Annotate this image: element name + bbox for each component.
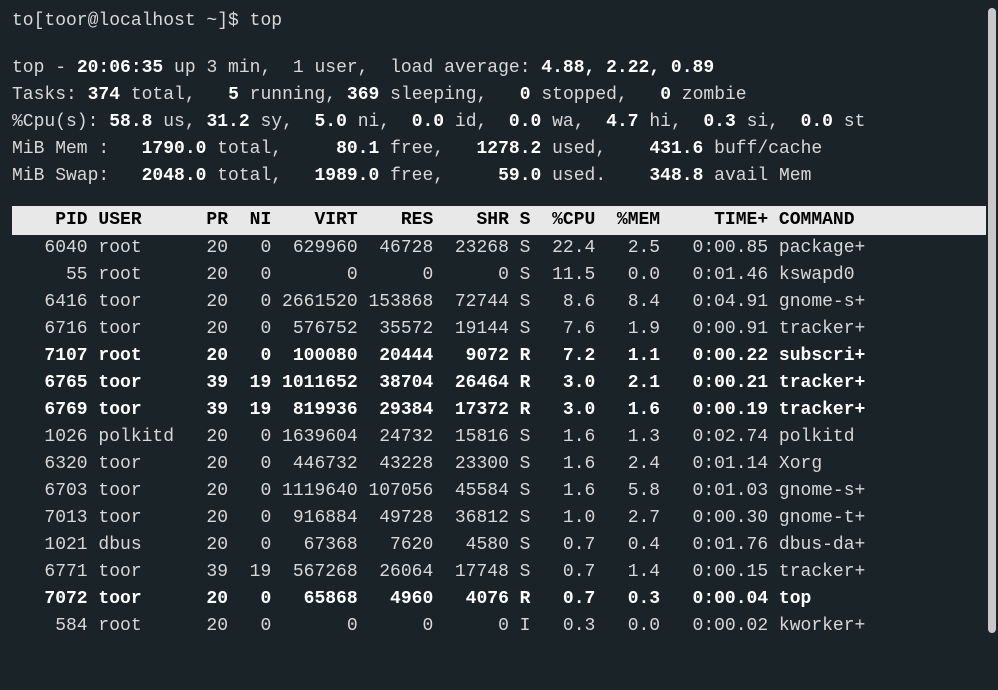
top-summary: top - 20:06:35 up 3 min, 1 user, load av… xyxy=(12,55,986,190)
mem-free-lbl: free, xyxy=(379,139,476,159)
process-row: 55 root 20 0 0 0 0 S 11.5 0.0 0:01.46 ks… xyxy=(12,262,986,289)
scrollbar[interactable] xyxy=(988,8,996,633)
cpu-sy: 31.2 xyxy=(206,112,249,132)
process-row: 6703 toor 20 0 1119640 107056 45584 S 1.… xyxy=(12,478,986,505)
process-row: 584 root 20 0 0 0 0 I 0.3 0.0 0:00.02 kw… xyxy=(12,613,986,640)
load-avg: 4.88, 2.22, 0.89 xyxy=(541,58,714,78)
process-row: 7107 root 20 0 100080 20444 9072 R 7.2 1… xyxy=(12,343,986,370)
tasks-zombie-lbl: zombie xyxy=(671,85,747,105)
scrollbar-handle[interactable] xyxy=(988,8,996,633)
swap-label: MiB Swap: xyxy=(12,166,142,186)
tasks-label: Tasks: xyxy=(12,85,88,105)
mem-buff-lbl: buff/cache xyxy=(703,139,822,159)
cpu-hi: 4.7 xyxy=(606,112,638,132)
swap-avail-lbl: avail Mem xyxy=(703,166,811,186)
process-row: 6765 toor 39 19 1011652 38704 26464 R 3.… xyxy=(12,370,986,397)
cpu-si-lbl: si, xyxy=(736,112,801,132)
tasks-total-lbl: total, xyxy=(120,85,228,105)
uptime-text: up 3 min, 1 user, load average: xyxy=(163,58,541,78)
process-row: 6716 toor 20 0 576752 35572 19144 S 7.6 … xyxy=(12,316,986,343)
cpu-id-lbl: id, xyxy=(444,112,509,132)
cpu-wa: 0.0 xyxy=(509,112,541,132)
mem-used: 1278.2 xyxy=(477,139,542,159)
tasks-sleeping: 369 xyxy=(347,85,379,105)
process-row: 1026 polkitd 20 0 1639604 24732 15816 S … xyxy=(12,424,986,451)
tasks-running: 5 xyxy=(228,85,239,105)
cpu-ni-lbl: ni, xyxy=(347,112,412,132)
process-row: 6320 toor 20 0 446732 43228 23300 S 1.6 … xyxy=(12,451,986,478)
mem-label: MiB Mem : xyxy=(12,139,142,159)
mem-total: 1790.0 xyxy=(142,139,207,159)
cpu-sy-lbl: sy, xyxy=(250,112,315,132)
process-table-header: PID USER PR NI VIRT RES SHR S %CPU %MEM … xyxy=(12,206,986,235)
tasks-stopped-lbl: stopped, xyxy=(531,85,661,105)
prefix: top - xyxy=(12,58,77,78)
tasks-stopped: 0 xyxy=(520,85,531,105)
cpu-id: 0.0 xyxy=(412,112,444,132)
process-row: 6416 toor 20 0 2661520 153868 72744 S 8.… xyxy=(12,289,986,316)
tasks-total: 374 xyxy=(88,85,120,105)
cpu-si: 0.3 xyxy=(703,112,735,132)
process-list: 6040 root 20 0 629960 46728 23268 S 22.4… xyxy=(12,235,986,640)
tasks-running-lbl: running, xyxy=(239,85,347,105)
swap-free-lbl: free, xyxy=(379,166,498,186)
process-row: 7013 toor 20 0 916884 49728 36812 S 1.0 … xyxy=(12,505,986,532)
mem-total-lbl: total, xyxy=(206,139,336,159)
process-row: 6771 toor 39 19 567268 26064 17748 S 0.7… xyxy=(12,559,986,586)
cpu-us-lbl: us, xyxy=(152,112,206,132)
cpu-hi-lbl: hi, xyxy=(639,112,704,132)
tasks-sleeping-lbl: sleeping, xyxy=(379,85,519,105)
process-row: 7072 toor 20 0 65868 4960 4076 R 0.7 0.3… xyxy=(12,586,986,613)
shell-prompt: to[toor@localhost ~]$ top xyxy=(12,8,986,35)
cpu-st: 0.0 xyxy=(801,112,833,132)
time: 20:06:35 xyxy=(77,58,163,78)
cpu-ni: 5.0 xyxy=(314,112,346,132)
cpu-st-lbl: st xyxy=(833,112,865,132)
cpu-us: 58.8 xyxy=(109,112,152,132)
process-row: 6769 toor 39 19 819936 29384 17372 R 3.0… xyxy=(12,397,986,424)
swap-avail: 348.8 xyxy=(649,166,703,186)
swap-used: 59.0 xyxy=(498,166,541,186)
swap-free: 1989.0 xyxy=(314,166,379,186)
swap-total: 2048.0 xyxy=(142,166,207,186)
process-row: 1021 dbus 20 0 67368 7620 4580 S 0.7 0.4… xyxy=(12,532,986,559)
tasks-zombie: 0 xyxy=(660,85,671,105)
cpu-wa-lbl: wa, xyxy=(541,112,606,132)
mem-used-lbl: used, xyxy=(541,139,649,159)
mem-buff: 431.6 xyxy=(649,139,703,159)
process-row: 6040 root 20 0 629960 46728 23268 S 22.4… xyxy=(12,235,986,262)
swap-total-lbl: total, xyxy=(206,166,314,186)
cpu-label: %Cpu(s): xyxy=(12,112,109,132)
swap-used-lbl: used. xyxy=(541,166,649,186)
mem-free: 80.1 xyxy=(336,139,379,159)
